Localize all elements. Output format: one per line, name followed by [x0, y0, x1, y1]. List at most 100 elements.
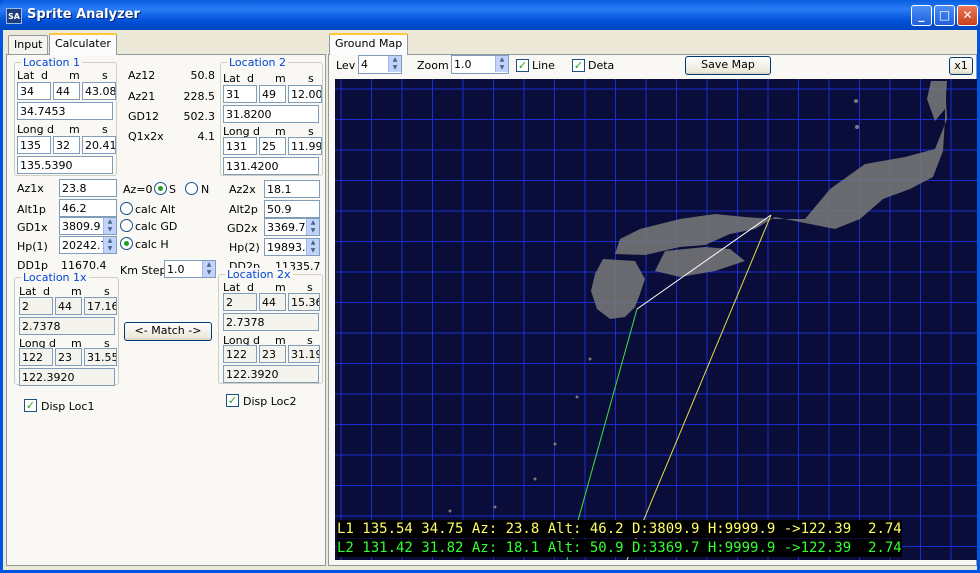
- az12-label: Az12: [128, 69, 156, 82]
- zoom-spin-buttons[interactable]: ▲ ▼: [495, 56, 508, 72]
- hp2-label: Hp(2): [229, 241, 260, 254]
- gd2x-label: GD2x: [227, 222, 258, 235]
- lev-label: Lev: [336, 59, 356, 72]
- loc1-long-sec-input[interactable]: 20.41: [82, 136, 116, 154]
- calc-h-radio[interactable]: [120, 237, 133, 250]
- loc2x-lat-decimal: 2.7378: [223, 313, 319, 331]
- az2x-input[interactable]: 18.1: [264, 180, 320, 198]
- disp-loc1-checkbox[interactable]: ✓: [24, 399, 37, 412]
- gd2x-spin-buttons[interactable]: ▲ ▼: [306, 219, 319, 235]
- loc2-lat-deg-input[interactable]: 31: [223, 85, 257, 103]
- minimize-button[interactable]: _: [911, 5, 932, 26]
- line-checkbox[interactable]: ✓: [516, 59, 529, 72]
- location2-title: Location 2: [227, 56, 289, 69]
- loc1-long-s-label: s: [102, 123, 108, 136]
- loc2-lat-sec-input[interactable]: 12.00: [288, 85, 322, 103]
- calc-gd-label: calc GD: [135, 220, 178, 233]
- loc2-lat-decimal-input[interactable]: 31.8200: [223, 105, 319, 123]
- loc1x-lat-decimal: 2.7378: [19, 317, 115, 335]
- loc1x-long-sec: 31.55: [84, 348, 117, 366]
- alt1p-input[interactable]: 46.2: [59, 199, 117, 217]
- km-step-spin-buttons[interactable]: ▲ ▼: [202, 261, 215, 277]
- loc2-lat-min-input[interactable]: 49: [259, 85, 286, 103]
- location1x-title: Location 1x: [21, 271, 89, 284]
- gd1x-label: GD1x: [17, 221, 48, 234]
- gd1x-spinner[interactable]: 3809.9 ▲ ▼: [59, 217, 117, 235]
- calc-alt-label: calc Alt: [135, 203, 176, 216]
- hp1-spinner[interactable]: 20242.7 ▲ ▼: [59, 236, 117, 254]
- loc1-d-label: d: [41, 69, 48, 82]
- gd1x-spin-buttons[interactable]: ▲ ▼: [103, 218, 116, 234]
- loc1-long-decimal-input[interactable]: 135.5390: [17, 156, 113, 174]
- land-hokkaido-tip: [927, 81, 947, 121]
- gd2x-spinner[interactable]: 3369.7 ▲ ▼: [264, 218, 320, 236]
- az21-value: 228.5: [183, 90, 216, 103]
- q1x2x-value: 4.1: [197, 130, 216, 143]
- tab-input[interactable]: Input: [8, 35, 49, 55]
- lev-spin-buttons[interactable]: ▲ ▼: [388, 56, 401, 72]
- az2x-label: Az2x: [229, 183, 256, 196]
- deta-checkbox[interactable]: ✓: [572, 59, 585, 72]
- loc2x-lat-deg: 2: [223, 293, 257, 311]
- maximize-button[interactable]: □: [934, 5, 955, 26]
- hp1-spin-buttons[interactable]: ▲ ▼: [103, 237, 116, 253]
- loc1-lat-decimal-input[interactable]: 34.7453: [17, 102, 113, 120]
- loc2-long-min-input[interactable]: 25: [259, 137, 286, 155]
- land-honshu: [615, 81, 947, 255]
- loc1-lat-sec-input[interactable]: 43.08: [82, 82, 116, 100]
- line-label: Line: [532, 59, 555, 72]
- island-5: [553, 442, 557, 446]
- loc2-long-sec-input[interactable]: 11.99: [288, 137, 322, 155]
- gd12-value: 502.3: [183, 110, 216, 123]
- disp-loc2-checkbox[interactable]: ✓: [226, 394, 239, 407]
- loc1-lat-min-input[interactable]: 44: [53, 82, 80, 100]
- loc1x-lat-deg: 2: [19, 297, 53, 315]
- loc1-long-min-input[interactable]: 32: [53, 136, 80, 154]
- loc1-s-label: s: [102, 69, 108, 82]
- calc-gd-radio[interactable]: [120, 219, 133, 232]
- south-radio[interactable]: [154, 182, 167, 195]
- alt2p-input[interactable]: 50.9: [264, 200, 320, 218]
- north-label: N: [201, 183, 210, 196]
- disp-loc1-label: Disp Loc1: [41, 400, 95, 413]
- loc2x-long-sec: 31.19: [288, 345, 320, 363]
- gd2x-value: 3369.7: [267, 221, 306, 234]
- tab-ground-map[interactable]: Ground Map: [329, 33, 409, 55]
- km-step-spinner[interactable]: 1.0 ▲ ▼: [164, 260, 216, 278]
- hp2-spinner[interactable]: 19893.1 ▲ ▼: [264, 238, 320, 256]
- map-status-l1: L1 135.54 34.75 Az: 23.8 Alt: 46.2 D:380…: [337, 520, 902, 538]
- save-map-button[interactable]: Save Map: [685, 56, 771, 75]
- close-button[interactable]: ✕: [957, 5, 978, 26]
- km-step-value: 1.0: [167, 263, 185, 276]
- loc2-long-decimal-input[interactable]: 131.4200: [223, 157, 319, 175]
- loc1-long-deg-input[interactable]: 135: [17, 136, 51, 154]
- lev-spinner[interactable]: 4 ▲ ▼: [358, 55, 402, 74]
- loc1x-long-min: 23: [55, 348, 82, 366]
- island-2: [855, 125, 859, 129]
- zoom-spinner[interactable]: 1.0 ▲ ▼: [451, 55, 509, 74]
- loc1x-long-decimal: 122.3920: [19, 368, 115, 386]
- loc1-long-d-label: d: [47, 123, 54, 136]
- loc2-long-deg-input[interactable]: 131: [223, 137, 257, 155]
- loc1-lat-deg-input[interactable]: 34: [17, 82, 51, 100]
- az1x-input[interactable]: 23.8: [59, 179, 117, 197]
- match-button[interactable]: <- Match ->: [124, 322, 212, 341]
- calc-alt-radio[interactable]: [120, 202, 133, 215]
- loc2-d-label: d: [247, 72, 254, 85]
- ground-map-canvas[interactable]: L1 135.54 34.75 Az: 23.8 Alt: 46.2 D:380…: [335, 79, 977, 560]
- loc1x-lat-min: 44: [55, 297, 82, 315]
- tab-calculater[interactable]: Calculater: [49, 33, 117, 55]
- alt1p-label: Alt1p: [17, 203, 46, 216]
- hp2-spin-buttons[interactable]: ▲ ▼: [306, 239, 319, 255]
- island-3: [588, 357, 592, 361]
- az1x-label: Az1x: [17, 182, 44, 195]
- scale-x1-button[interactable]: x1: [949, 57, 973, 75]
- loc1-long-label: Long: [17, 123, 44, 136]
- title-bar[interactable]: SA Sprite Analyzer _ □ ✕: [0, 0, 980, 30]
- calc-h-label: calc H: [135, 238, 169, 251]
- north-radio[interactable]: [185, 182, 198, 195]
- loc1x-lat-sec: 17.16: [84, 297, 117, 315]
- hp1-label: Hp(1): [17, 240, 48, 253]
- map-svg: [335, 79, 977, 560]
- window-title: Sprite Analyzer: [27, 7, 140, 22]
